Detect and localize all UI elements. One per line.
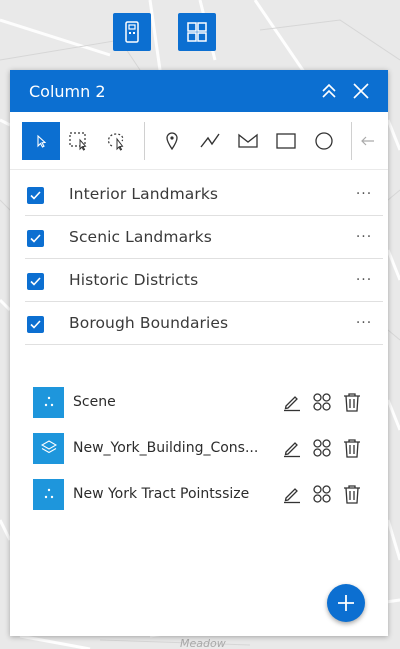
undo-icon <box>361 136 374 145</box>
pencil-icon <box>284 488 300 504</box>
four-circles-icon <box>313 439 331 457</box>
close-icon <box>353 83 369 99</box>
widgets-button[interactable] <box>307 479 337 509</box>
layers-icon <box>33 432 64 464</box>
pencil-icon <box>284 396 300 412</box>
tool-draw-freehand-polygon[interactable] <box>229 122 267 160</box>
widget-button-grid[interactable] <box>178 13 216 51</box>
pencil-icon <box>284 442 300 458</box>
source-label: Scene <box>73 394 116 410</box>
map-place-label: Meadow <box>180 637 226 649</box>
delete-button[interactable] <box>337 479 367 509</box>
mobile-device-icon <box>125 21 139 43</box>
source-label: New_York_Building_Cons... <box>73 440 259 456</box>
list-item[interactable]: New York Tract Pointssize <box>33 471 388 517</box>
more-options-icon[interactable]: ··· <box>349 272 379 288</box>
widget-button-mobile[interactable] <box>113 13 151 51</box>
list-item[interactable]: New_York_Building_Cons... <box>33 425 388 471</box>
more-options-icon[interactable]: ··· <box>349 186 379 202</box>
list-item[interactable]: Interior Landmarks ··· <box>25 173 383 216</box>
layer-checkbox[interactable] <box>27 316 44 333</box>
draw-polyline-icon <box>200 133 220 147</box>
layer-checkbox[interactable] <box>27 187 44 204</box>
layer-label: Scenic Landmarks <box>69 228 212 246</box>
points-icon <box>33 386 64 418</box>
check-icon <box>30 277 41 286</box>
tool-select-lasso[interactable] <box>98 122 136 160</box>
select-pointer-icon <box>37 134 47 148</box>
check-icon <box>30 320 41 329</box>
list-item[interactable]: Scenic Landmarks ··· <box>25 216 383 259</box>
layer-label: Historic Districts <box>69 271 199 289</box>
more-options-icon[interactable]: ··· <box>349 229 379 245</box>
layer-label: Interior Landmarks <box>69 185 219 203</box>
layer-list: Interior Landmarks ··· Scenic Landmarks … <box>25 173 383 345</box>
list-item[interactable]: Scene <box>33 379 388 425</box>
check-icon <box>30 234 41 243</box>
edit-button[interactable] <box>277 387 307 417</box>
layer-checkbox[interactable] <box>27 273 44 290</box>
toolbar-divider <box>144 121 145 160</box>
four-circles-icon <box>313 485 331 503</box>
delete-button[interactable] <box>337 387 367 417</box>
panel-header: Column 2 <box>10 70 388 112</box>
close-button[interactable] <box>346 76 376 106</box>
trash-icon <box>344 393 360 412</box>
select-rectangle-icon <box>69 131 87 151</box>
points-icon <box>33 478 64 510</box>
select-lasso-icon <box>107 132 124 151</box>
plus-icon <box>338 595 354 611</box>
delete-button[interactable] <box>337 433 367 463</box>
layer-label: Borough Boundaries <box>69 314 229 332</box>
tool-draw-circle[interactable] <box>305 122 343 160</box>
list-item[interactable]: Historic Districts ··· <box>25 259 383 302</box>
tool-select-rectangle[interactable] <box>60 122 98 160</box>
widgets-button[interactable] <box>307 387 337 417</box>
draw-circle-icon <box>315 131 333 150</box>
widgets-button[interactable] <box>307 433 337 463</box>
tool-draw-rectangle[interactable] <box>267 122 305 160</box>
tool-select-pointer[interactable] <box>22 121 60 160</box>
trash-icon <box>344 439 360 458</box>
more-options-icon[interactable]: ··· <box>349 315 379 331</box>
draw-freehand-polygon-icon <box>238 133 258 148</box>
trash-icon <box>344 485 360 504</box>
data-source-list: Scene New_York_Building_Cons... New York… <box>10 379 388 517</box>
tool-undo[interactable] <box>360 122 380 160</box>
layer-checkbox[interactable] <box>27 230 44 247</box>
edit-button[interactable] <box>277 433 307 463</box>
double-chevron-up-icon <box>322 83 336 98</box>
tool-draw-point[interactable] <box>153 122 191 160</box>
add-button[interactable] <box>327 584 365 622</box>
draw-point-icon <box>166 131 178 150</box>
draw-rectangle-icon <box>276 132 296 149</box>
check-icon <box>30 191 41 200</box>
selection-toolbar <box>10 112 388 170</box>
source-label: New York Tract Pointssize <box>73 486 250 502</box>
edit-button[interactable] <box>277 479 307 509</box>
collapse-button[interactable] <box>314 76 344 106</box>
grid-icon <box>187 22 207 42</box>
tool-draw-polyline[interactable] <box>191 122 229 160</box>
toolbar-divider <box>351 121 352 160</box>
four-circles-icon <box>313 393 331 411</box>
column-panel: Column 2 Interior Landmarks ··· Scenic L… <box>10 70 388 636</box>
list-item[interactable]: Borough Boundaries ··· <box>25 302 383 345</box>
panel-title: Column 2 <box>29 81 106 101</box>
